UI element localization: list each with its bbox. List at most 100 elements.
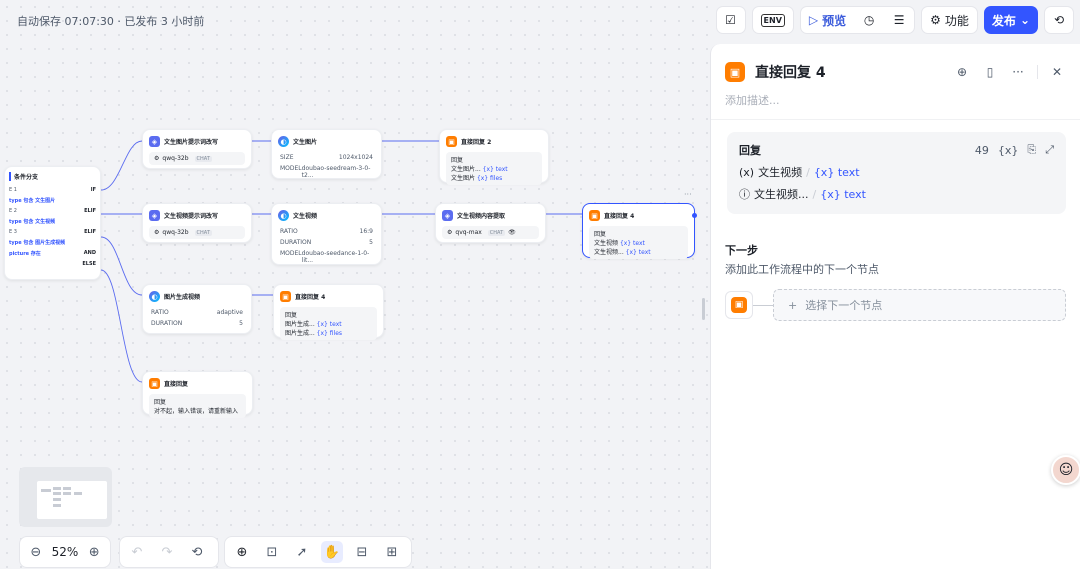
reply-node-2[interactable]: ▣ 直接回复 2 回复 文生图片... {x} text 文生图片 {x} fil… [439, 129, 549, 185]
minimap-viewport[interactable] [37, 481, 107, 519]
connector-line [753, 304, 773, 306]
next-step-row: ▣ + 选择下一个节点 [725, 289, 1066, 321]
llm-icon: ◈ [442, 210, 453, 221]
zoom-out-icon[interactable]: ⊖ [26, 541, 46, 563]
reply-content-box: 回复 图片生成... {x} text 图片生成... {x} files [280, 307, 377, 340]
hand-icon[interactable]: ✋ [321, 541, 343, 563]
node-title: 文生视频 [293, 213, 318, 220]
cond-row: type 包含 文生图片 [9, 198, 56, 204]
next-step-desc: 添加此工作流程中的下一个节点 [725, 263, 879, 276]
insert-variable-button[interactable]: {x} [998, 144, 1019, 157]
plus-icon: + [788, 298, 798, 312]
add-note-icon[interactable]: ⊡ [261, 541, 283, 563]
param-row: DURATION 5 [151, 320, 243, 327]
features-icon: ⚙ [930, 13, 941, 27]
reply-node-4-selected[interactable]: ▣ 直接回复 4 回复 文生视频 {x} text 文生视频... {x} tex… [582, 203, 697, 259]
panel-title[interactable]: 直接回复 4 [755, 62, 943, 82]
node-more-icon[interactable]: ··· [684, 190, 692, 199]
publish-button[interactable]: 发布 ⌄ [983, 6, 1038, 34]
video-gen-node[interactable]: ◐ 文生视频 RATIO 16:9 DURATION 5 MODEL doubao-se… [271, 203, 382, 265]
edge-cond-llm1 [100, 140, 143, 191]
reply-variable-line[interactable]: (x) 文生视频 / {x} text [739, 164, 1054, 180]
description-input[interactable]: 添加描述... [711, 92, 1080, 120]
node-title: 文生视频提示词改写 [164, 213, 219, 220]
zoom-in-icon[interactable]: ⊕ [84, 541, 104, 563]
reply-variable-line[interactable]: ⓘ 文生视频... / {x} text [739, 186, 1054, 202]
info-icon: ⓘ [739, 188, 750, 201]
add-node-icon[interactable]: ⊕ [231, 541, 253, 563]
checklist-icon[interactable]: ☑ [715, 6, 746, 34]
canvas-tools: ⊕ ⊡ ➚ ✋ ⊟ ⊞ [224, 536, 412, 568]
cond-row: E 2 ELIF [9, 208, 96, 214]
panel-resize-handle[interactable] [702, 298, 705, 320]
image-gen-node[interactable]: ◐ 文生图片 SIZE 1024x1024 MODEL doubao-seedream… [271, 129, 382, 179]
reply-node-4b[interactable]: ▣ 直接回复 4 回复 图片生成... {x} text 图片生成... {x} … [273, 284, 384, 340]
features-button[interactable]: ⚙ 功能 [921, 6, 978, 34]
model-icon: ⚙ [154, 155, 160, 162]
node-title: 图片生成视频 [164, 294, 201, 301]
reply-icon: ▣ [149, 378, 160, 389]
workflow-canvas[interactable]: 自动保存 07:07:30 · 已发布 3 小时前 条件分支 E 1 IF typ… [0, 0, 710, 569]
version-history-icon[interactable]: ⟲ [1044, 6, 1074, 34]
reply-icon: ▣ [589, 210, 600, 221]
variables-icon[interactable]: ☰ [884, 6, 914, 34]
reply-editor[interactable]: 回复 49 {x} ⎘ ⤢ (x) 文生视频 / {x} text ⓘ 文生视频… [727, 132, 1066, 214]
node-config-panel: ▣ 直接回复 4 ⊕ ▯ ··· ✕ 添加描述... 回复 49 {x} ⎘ ⤢… [710, 44, 1080, 569]
reply-content-box: 回复 文生视频 {x} text 文生视频... {x} text [589, 226, 688, 259]
reply-node-fallback[interactable]: ▣ 直接回复 回复 对不起，输入错误，请重新输入 [142, 371, 253, 418]
expand-icon[interactable]: ⤢ [1045, 143, 1054, 157]
undo-icon[interactable]: ↶ [126, 541, 148, 563]
more-icon[interactable]: ··· [1009, 65, 1027, 79]
cond-row: E 1 IF [9, 187, 96, 193]
redo-icon[interactable]: ↷ [156, 541, 178, 563]
select-next-node-button[interactable]: + 选择下一个节点 [773, 289, 1066, 321]
llm-node-video-prompt[interactable]: ◈ 文生视频提示词改写 ⚙ qwq-32b CHAT [142, 203, 252, 243]
reply-label: 回复 [739, 144, 761, 157]
condition-node[interactable]: 条件分支 E 1 IF type 包含 文生图片 E 2 ELIF type 包含 … [4, 166, 101, 280]
reply-content-box: 回复 对不起，输入错误，请重新输入 [149, 394, 246, 418]
minimap[interactable] [19, 467, 112, 527]
env-button[interactable]: ENV [751, 6, 794, 34]
node-title: 直接回复 4 [604, 213, 635, 220]
divider [1037, 65, 1038, 79]
edge-cond-img2vid [100, 236, 143, 296]
preview-button[interactable]: ▷ 预览 [801, 6, 854, 34]
target-icon[interactable]: ⊕ [953, 65, 971, 79]
reply-content-box: 回复 文生图片... {x} text 文生图片 {x} files [446, 152, 542, 185]
zoom-value[interactable]: 52% [52, 545, 79, 559]
llm-node-image-prompt[interactable]: ◈ 文生图片提示词改写 ⚙ qwq-32b CHAT [142, 129, 252, 169]
cond-row: picture 存在 AND [9, 250, 96, 257]
pointer-icon[interactable]: ➚ [291, 541, 313, 563]
reply-icon: ▣ [446, 136, 457, 147]
next-step-title: 下一步 [725, 244, 758, 257]
node-title: 文生图片 [293, 139, 318, 146]
model-box: ⚙ qvq-max CHAT 👁 [442, 226, 539, 239]
output-port[interactable] [692, 213, 697, 218]
copy-icon[interactable]: ⎘ [1027, 143, 1036, 157]
auto-layout-icon[interactable]: ⊞ [381, 541, 403, 563]
image-gen-icon: ◐ [278, 136, 289, 147]
vision-icon: 👁 [508, 229, 516, 236]
image-to-video-icon: ◐ [149, 291, 160, 302]
param-row: RATIO 16:9 [280, 228, 373, 235]
model-box: ⚙ qwq-32b CHAT [149, 226, 245, 239]
run-history-icon[interactable]: ◷ [854, 6, 884, 34]
param-row: MODEL doubao-seedance-1-0-lit... [280, 250, 370, 264]
cond-row: ELSE [82, 261, 96, 267]
video-gen-icon: ◐ [278, 210, 289, 221]
zoom-controls: ⊖ 52% ⊕ [19, 536, 111, 568]
node-title: 直接回复 4 [295, 294, 326, 301]
history-icon[interactable]: ⟲ [186, 541, 208, 563]
current-node-icon: ▣ [725, 291, 753, 319]
param-row: RATIO adaptive [151, 309, 243, 316]
image-to-video-node[interactable]: ◐ 图片生成视频 RATIO adaptive DURATION 5 [142, 284, 252, 334]
book-icon[interactable]: ▯ [981, 65, 999, 79]
chevron-down-icon: ⌄ [1019, 13, 1030, 27]
param-row: DURATION 5 [280, 239, 373, 246]
extract-node[interactable]: ◈ 文生视频内容提取 ⚙ qvq-max CHAT 👁 [435, 203, 546, 243]
assistant-avatar[interactable]: ☺ [1051, 455, 1080, 485]
export-image-icon[interactable]: ⊟ [351, 541, 373, 563]
close-icon[interactable]: ✕ [1048, 65, 1066, 79]
node-title: 文生图片提示词改写 [164, 139, 219, 146]
param-row: MODEL doubao-seedream-3-0-t2... [280, 165, 371, 179]
